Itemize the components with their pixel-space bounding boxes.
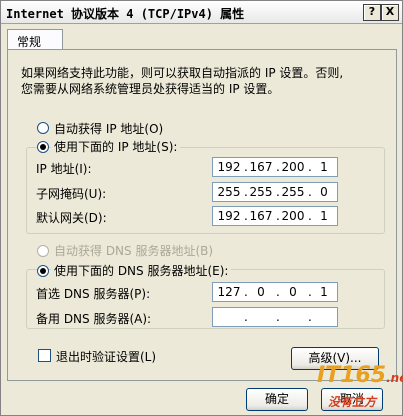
preferred-dns-label: 首选 DNS 服务器(P):	[36, 287, 151, 301]
dns-auto-radio[interactable]	[37, 245, 49, 257]
subnet-mask-input[interactable]: 255 . 255 . 255 . 0	[212, 182, 338, 202]
description-line-2: 您需要从网络系统管理员处获得适当的 IP 设置。	[21, 82, 280, 96]
ip-address-input[interactable]: 192 . 167 . 200 . 1	[212, 157, 338, 177]
alternate-dns-input[interactable]: . . .	[212, 307, 338, 327]
alternate-dns-label: 备用 DNS 服务器(A):	[36, 312, 152, 326]
dns-manual-label: 使用下面的 DNS 服务器地址(E):	[51, 262, 232, 279]
tab-general-label: 常规	[17, 35, 42, 49]
ip-manual-label: 使用下面的 IP 地址(S):	[51, 138, 181, 155]
window-title: Internet 协议版本 4 (TCP/IPv4) 属性	[6, 7, 245, 21]
dns-auto-label: 自动获得 DNS 服务器地址(B)	[54, 244, 214, 258]
default-gateway-input[interactable]: 192 . 167 . 200 . 1	[212, 206, 338, 226]
watermark-logo: IT165.net	[317, 363, 403, 388]
default-gateway-label: 默认网关(D):	[36, 211, 107, 225]
help-button[interactable]: ?	[363, 4, 381, 21]
ip-manual-radio[interactable]	[37, 141, 49, 153]
ip-auto-radio[interactable]	[37, 122, 49, 134]
validate-checkbox[interactable]	[38, 349, 51, 362]
subnet-mask-label: 子网掩码(U):	[36, 187, 107, 201]
tab-general[interactable]: 常规	[7, 29, 63, 50]
preferred-dns-input[interactable]: 127 . 0 . 0 . 1	[212, 282, 338, 302]
ip-address-label: IP 地址(I):	[36, 162, 92, 176]
dns-manual-radio[interactable]	[37, 265, 49, 277]
general-panel: 如果网络支持此功能，则可以获取自动指派的 IP 设置。否则, 您需要从网络系统管…	[7, 49, 397, 381]
validate-label: 退出时验证设置(L)	[56, 350, 157, 364]
ok-button[interactable]: 确定	[246, 388, 308, 411]
ip-auto-label: 自动获得 IP 地址(O)	[54, 122, 164, 136]
title-bar[interactable]: Internet 协议版本 4 (TCP/IPv4) 属性 ? X	[1, 1, 402, 24]
dialog-window: Internet 协议版本 4 (TCP/IPv4) 属性 ? X 常规 如果网…	[0, 0, 403, 416]
close-button[interactable]: X	[381, 4, 399, 21]
description-line-1: 如果网络支持此功能，则可以获取自动指派的 IP 设置。否则,	[21, 66, 344, 80]
watermark-tagline: 没有立方	[328, 395, 377, 409]
